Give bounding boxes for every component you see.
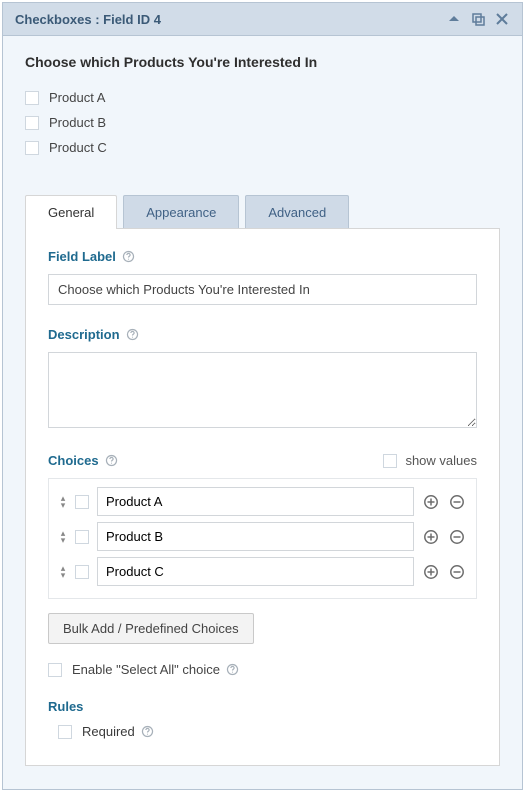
tab-advanced[interactable]: Advanced	[245, 195, 349, 229]
panel-header: Checkboxes : Field ID 4	[3, 3, 522, 36]
remove-choice-icon[interactable]	[448, 528, 466, 546]
field-label-heading: Field Label	[48, 249, 477, 264]
help-icon[interactable]	[105, 454, 119, 468]
duplicate-icon[interactable]	[470, 11, 486, 27]
add-choice-icon[interactable]	[422, 528, 440, 546]
choices-list: ▴▾ ▴▾ ▴▾	[48, 478, 477, 599]
checkbox-icon	[48, 663, 62, 677]
preview-option: Product B	[25, 115, 500, 130]
settings-body: Field Label Description Choices	[25, 228, 500, 766]
field-panel: Checkboxes : Field ID 4 Choose which Pro…	[2, 2, 523, 790]
preview-option-label: Product C	[49, 140, 107, 155]
remove-choice-icon[interactable]	[448, 493, 466, 511]
bulk-add-button[interactable]: Bulk Add / Predefined Choices	[48, 613, 254, 644]
choice-input[interactable]	[97, 522, 414, 551]
field-preview: Choose which Products You're Interested …	[3, 36, 522, 187]
remove-choice-icon[interactable]	[448, 563, 466, 581]
field-label-block: Field Label	[48, 249, 477, 305]
preview-option: Product C	[25, 140, 500, 155]
select-all-toggle[interactable]: Enable "Select All" choice	[48, 662, 477, 677]
panel-header-actions	[446, 11, 510, 27]
choices-label-text: Choices	[48, 453, 99, 468]
choices-block: Choices show values ▴▾	[48, 453, 477, 677]
choice-input[interactable]	[97, 557, 414, 586]
description-heading: Description	[48, 327, 477, 342]
checkbox-icon	[383, 454, 397, 468]
choices-heading: Choices show values	[48, 453, 477, 468]
help-icon[interactable]	[141, 725, 155, 739]
drag-handle-icon[interactable]: ▴▾	[59, 530, 67, 544]
tab-general[interactable]: General	[25, 195, 117, 229]
help-icon[interactable]	[122, 250, 136, 264]
default-checkbox[interactable]	[75, 530, 89, 544]
field-label-text: Field Label	[48, 249, 116, 264]
choice-row: ▴▾	[59, 557, 466, 586]
show-values-label: show values	[405, 453, 477, 468]
checkbox-icon[interactable]	[25, 141, 39, 155]
preview-option-label: Product B	[49, 115, 106, 130]
drag-handle-icon[interactable]: ▴▾	[59, 565, 67, 579]
rules-label-text: Rules	[48, 699, 83, 714]
preview-option-label: Product A	[49, 90, 105, 105]
default-checkbox[interactable]	[75, 495, 89, 509]
default-checkbox[interactable]	[75, 565, 89, 579]
panel-header-title: Checkboxes : Field ID 4	[15, 12, 161, 27]
checkbox-icon[interactable]	[25, 116, 39, 130]
drag-handle-icon[interactable]: ▴▾	[59, 495, 67, 509]
choice-input[interactable]	[97, 487, 414, 516]
help-icon[interactable]	[126, 328, 140, 342]
preview-option: Product A	[25, 90, 500, 105]
rules-block: Rules Required	[48, 699, 477, 739]
select-all-label: Enable "Select All" choice	[72, 662, 220, 677]
choice-row: ▴▾	[59, 522, 466, 551]
required-label: Required	[82, 724, 135, 739]
collapse-icon[interactable]	[446, 11, 462, 27]
checkbox-icon[interactable]	[25, 91, 39, 105]
help-icon[interactable]	[226, 663, 240, 677]
preview-title: Choose which Products You're Interested …	[25, 54, 500, 70]
field-label-input[interactable]	[48, 274, 477, 305]
tab-appearance[interactable]: Appearance	[123, 195, 239, 229]
choice-row: ▴▾	[59, 487, 466, 516]
add-choice-icon[interactable]	[422, 493, 440, 511]
rules-heading: Rules	[48, 699, 477, 714]
settings-tabs: General Appearance Advanced	[25, 195, 500, 229]
close-icon[interactable]	[494, 11, 510, 27]
add-choice-icon[interactable]	[422, 563, 440, 581]
description-label-text: Description	[48, 327, 120, 342]
description-textarea[interactable]	[48, 352, 477, 428]
show-values-toggle[interactable]: show values	[383, 453, 477, 468]
required-toggle[interactable]: Required	[58, 724, 477, 739]
checkbox-icon	[58, 725, 72, 739]
description-block: Description	[48, 327, 477, 431]
